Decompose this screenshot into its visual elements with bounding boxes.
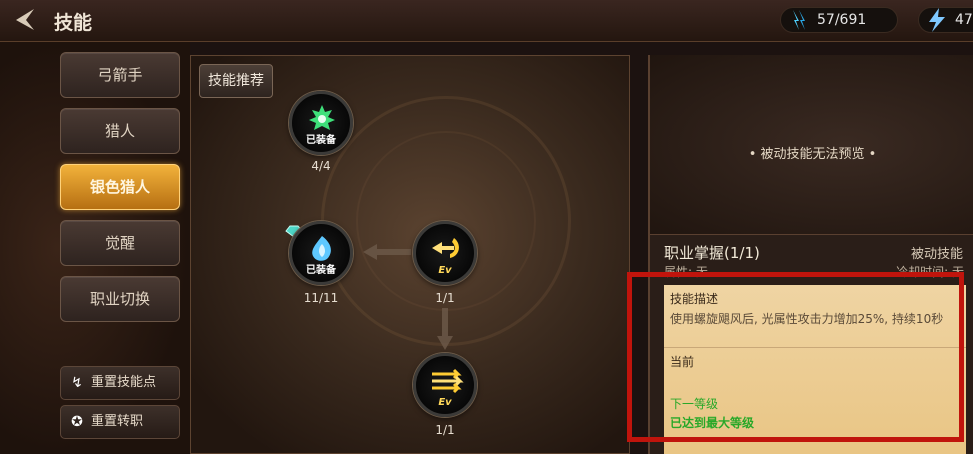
reset-class-label: 重置转职 (91, 414, 144, 429)
arrow-left-icon (363, 244, 411, 260)
back-arrow-icon (16, 9, 34, 30)
tab-archer[interactable]: 弓箭手 (60, 52, 180, 98)
max-level-text: 已达到最大等级 (670, 416, 755, 430)
preview-unavailable-text: • 被动技能无法预览 • (748, 147, 877, 162)
top-bar: 技能 57/691 478/ (0, 0, 973, 42)
tab-silver-hunter[interactable]: 银色猎人 (60, 164, 180, 210)
ev-tag: Ev (438, 265, 452, 276)
description-text: 使用螺旋飓风后, 光属性攻击力增加25%, 持续10秒 (670, 312, 944, 326)
skill-attributes-row: 属性: 无 冷却时间: 无 (664, 263, 964, 280)
next-level-label: 下一等级 (670, 397, 719, 411)
page-title: 技能 (54, 12, 93, 34)
lightning-icon (929, 8, 945, 32)
tab-class-switch[interactable]: 职业切换 (60, 276, 180, 322)
skill-type: 被动技能 (910, 247, 963, 262)
skill-level-blue: 11/11 (303, 291, 339, 305)
skill-name: 职业掌握(1/1) (664, 244, 760, 262)
tab-awakening[interactable]: 觉醒 (60, 220, 180, 266)
back-button[interactable] (4, 4, 42, 36)
cooldown-text: 冷却时间: 无 (896, 265, 964, 279)
skill-node-blue[interactable]: 已装备 (289, 221, 353, 285)
skill-preview-box: • 被动技能无法预览 • (650, 55, 973, 235)
attribute-text: 属性: 无 (664, 265, 708, 279)
reset-class-button[interactable]: ✪ 重置转职 (60, 405, 180, 439)
skill-point-icon (793, 10, 805, 30)
reset-skill-points-button[interactable]: ↯ 重置技能点 (60, 366, 180, 400)
reset-skill-icon: ↯ (71, 375, 83, 391)
gold-arrow-skill-icon (432, 238, 459, 258)
star-circle-icon: ✪ (71, 414, 83, 430)
skill-tree-panel: 技能推荐 已装备 4/4 已装备 11/11 Ev 1/1 Ev 1/1 (190, 55, 630, 454)
skill-points-counter: 57/691 (780, 7, 898, 33)
fatigue-counter: 478/ (918, 7, 973, 33)
equipped-tag: 已装备 (306, 265, 336, 276)
equipped-tag: 已装备 (306, 135, 336, 146)
reset-skill-label: 重置技能点 (91, 375, 157, 390)
current-level-label: 当前 (670, 355, 695, 369)
arrow-down-icon (437, 308, 453, 350)
tab-hunter[interactable]: 猎人 (60, 108, 180, 154)
skill-node-gold-ev-2[interactable]: Ev (413, 353, 477, 417)
skill-recommend-button[interactable]: 技能推荐 (199, 64, 273, 98)
skill-level-gold-ev-2: 1/1 (435, 423, 455, 437)
description-title: 技能描述 (670, 292, 719, 306)
skill-level-gold-ev-1: 1/1 (435, 291, 455, 305)
skill-description-card: 技能描述 使用螺旋飓风后, 光属性攻击力增加25%, 持续10秒 当前 下一等级… (664, 285, 966, 454)
skill-points-value: 57/691 (817, 12, 867, 28)
divider (664, 347, 966, 348)
fatigue-value: 478/ (955, 12, 973, 28)
skill-node-green[interactable]: 已装备 (289, 91, 353, 155)
skill-node-gold-ev-1[interactable]: Ev (413, 221, 477, 285)
gold-multi-arrow-icon (432, 368, 464, 394)
skill-detail-panel: • 被动技能无法预览 • 职业掌握(1/1) 被动技能 属性: 无 冷却时间: … (648, 55, 973, 454)
ev-tag: Ev (438, 397, 452, 408)
skill-level-green: 4/4 (311, 159, 331, 173)
